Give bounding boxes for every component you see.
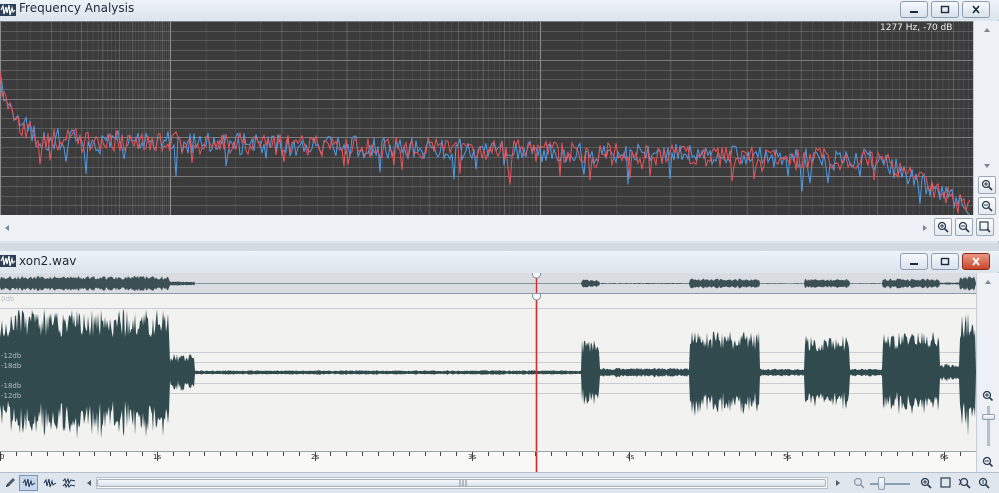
horizontal-zoom-slider[interactable] bbox=[870, 483, 910, 485]
overview-waveform bbox=[0, 273, 976, 293]
zoom-in-icon[interactable] bbox=[977, 389, 999, 403]
wave-vertical-controls[interactable] bbox=[976, 273, 999, 472]
db-label-lower-18: -18db bbox=[1, 382, 22, 390]
zoom-out-icon bbox=[981, 200, 993, 212]
time-ruler-ticks bbox=[0, 452, 961, 473]
left-channel-trace bbox=[0, 70, 971, 214]
minimize-icon bbox=[910, 11, 918, 13]
db-label-lower-12: -12db bbox=[1, 392, 22, 400]
stereo-waveform-icon bbox=[22, 478, 35, 488]
time-tick-0: 0 bbox=[0, 453, 5, 461]
frequency-analysis-window: Frequency Analysis 1277 Hz, -70 dB bbox=[0, 0, 999, 243]
left-channel-icon bbox=[43, 478, 56, 488]
horizontal-scrollbar-track[interactable] bbox=[96, 477, 828, 489]
time-tick-1s: 1s bbox=[153, 453, 162, 461]
overview-cursor-handle bbox=[532, 273, 541, 279]
freq-minimize-button[interactable] bbox=[900, 1, 928, 18]
maximize-icon bbox=[940, 257, 950, 266]
pencil-icon bbox=[5, 478, 15, 487]
freq-zoom-in-vertical-button[interactable] bbox=[978, 176, 996, 194]
scroll-down-arrow-icon[interactable] bbox=[974, 161, 999, 171]
time-tick-5s: 5s bbox=[783, 453, 792, 461]
wave-titlebar[interactable]: xon2.wav bbox=[0, 251, 999, 272]
vertical-zoom-slider[interactable] bbox=[987, 406, 990, 446]
waveform-window: xon2.wav 0db -12db -18db -18db -12db 0 1… bbox=[0, 251, 999, 473]
waveform-display[interactable]: 0db -12db -18db -18db -12db bbox=[0, 294, 976, 451]
freq-zoom-out-horizontal-button[interactable] bbox=[955, 218, 973, 236]
freq-vertical-scrollbar[interactable] bbox=[973, 21, 999, 215]
left-channel-view-button[interactable] bbox=[40, 475, 59, 491]
time-ruler[interactable]: 0 1s 2s 3s 4s 5s 6s bbox=[0, 451, 976, 473]
right-channel-icon bbox=[62, 478, 75, 488]
freq-zoom-fit-button[interactable] bbox=[976, 218, 994, 236]
maximize-icon bbox=[940, 5, 950, 14]
scroll-left-arrow-icon[interactable] bbox=[84, 478, 94, 488]
stereo-view-button[interactable] bbox=[19, 475, 38, 491]
playback-cursor-handle bbox=[532, 294, 541, 301]
db-label-upper-12: -12db bbox=[1, 352, 22, 360]
pencil-tool-button[interactable] bbox=[0, 475, 19, 491]
grip-icon bbox=[459, 480, 467, 486]
minimize-icon bbox=[910, 263, 918, 265]
waveform-overview[interactable] bbox=[0, 273, 976, 294]
wave-minimize-button[interactable] bbox=[900, 253, 928, 270]
wave-window-title: xon2.wav bbox=[19, 254, 77, 268]
time-tick-2s: 2s bbox=[311, 453, 320, 461]
horizontal-scrollbar-thumb[interactable] bbox=[97, 479, 826, 487]
overview-waveform-shape bbox=[0, 275, 976, 292]
waveform-shape bbox=[0, 308, 976, 440]
db-label-upper-18: -18db bbox=[1, 362, 22, 370]
freq-close-button[interactable] bbox=[962, 1, 990, 18]
close-icon bbox=[972, 5, 980, 14]
close-icon bbox=[972, 257, 980, 266]
vertical-zoom-slider-thumb[interactable] bbox=[982, 414, 995, 420]
horizontal-zoom-slider-thumb[interactable] bbox=[878, 477, 885, 490]
cursor-readout: 1277 Hz, -70 dB bbox=[880, 23, 953, 33]
scroll-left-arrow-icon[interactable] bbox=[2, 223, 12, 233]
freq-titlebar[interactable]: Frequency Analysis bbox=[0, 0, 999, 20]
zoom-fit-icon bbox=[979, 221, 991, 233]
zoom-in-icon bbox=[981, 179, 993, 191]
freq-maximize-button[interactable] bbox=[931, 1, 959, 18]
time-tick-4s: 4s bbox=[626, 453, 635, 461]
zoom-selection-icon[interactable] bbox=[958, 477, 971, 489]
scroll-up-arrow-icon[interactable] bbox=[977, 277, 999, 287]
zoom-in-icon bbox=[937, 221, 949, 233]
waveform-icon bbox=[0, 255, 16, 267]
waveform-icon bbox=[0, 4, 16, 16]
time-tick-6s: 6s bbox=[940, 453, 949, 461]
freq-zoom-out-vertical-button[interactable] bbox=[978, 197, 996, 215]
freq-horizontal-scrollbar[interactable] bbox=[0, 215, 999, 241]
freq-window-title: Frequency Analysis bbox=[19, 1, 135, 15]
zoom-out-icon bbox=[958, 221, 970, 233]
zoom-full-icon[interactable] bbox=[977, 477, 990, 489]
time-tick-3s: 3s bbox=[468, 453, 477, 461]
zoom-in-icon[interactable] bbox=[920, 477, 932, 489]
scroll-up-arrow-icon[interactable] bbox=[974, 25, 999, 35]
spectrum-plot[interactable]: 1277 Hz, -70 dB bbox=[0, 21, 973, 215]
bottom-toolbar bbox=[0, 472, 999, 493]
scroll-right-arrow-icon[interactable] bbox=[833, 478, 843, 488]
zoom-out-icon[interactable] bbox=[853, 477, 865, 489]
zoom-fit-icon[interactable] bbox=[940, 477, 952, 489]
zoom-out-icon[interactable] bbox=[977, 455, 999, 469]
right-channel-view-button[interactable] bbox=[59, 475, 78, 491]
spectrum-graph bbox=[0, 21, 973, 215]
wave-close-button[interactable] bbox=[962, 253, 990, 270]
right-channel-trace bbox=[0, 70, 970, 215]
waveform-graph bbox=[0, 294, 976, 451]
wave-maximize-button[interactable] bbox=[931, 253, 959, 270]
scroll-right-arrow-icon[interactable] bbox=[920, 223, 930, 233]
db-label-top: 0db bbox=[1, 295, 15, 303]
freq-zoom-in-horizontal-button[interactable] bbox=[934, 218, 952, 236]
